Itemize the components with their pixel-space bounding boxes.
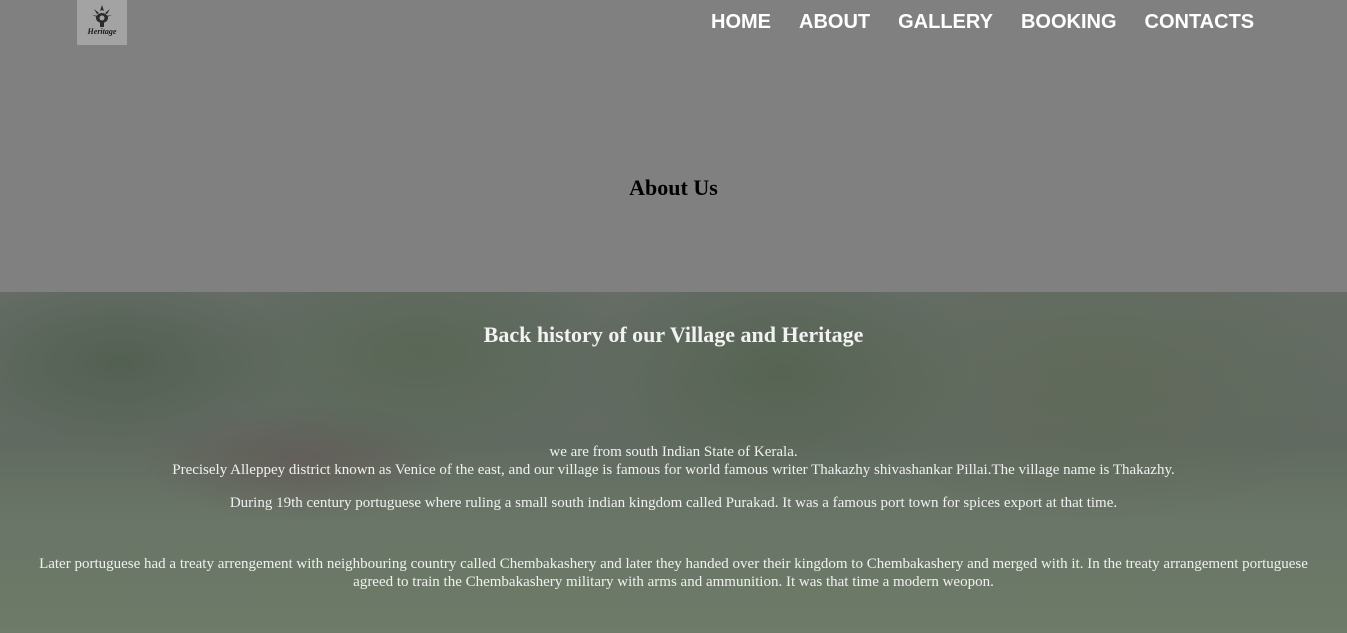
crest-icon (92, 5, 112, 27)
main-nav: HOME ABOUT GALLERY BOOKING CONTACTS (711, 10, 1254, 34)
nav-booking[interactable]: BOOKING (1021, 10, 1117, 34)
hero-heading: Back history of our Village and Heritage (483, 322, 864, 347)
history-paragraph: During 19th century portuguese where rul… (229, 495, 1118, 511)
header: Heritage HOME ABOUT GALLERY BOOKING CONT… (0, 0, 1347, 292)
nav-about[interactable]: ABOUT (799, 10, 870, 34)
hero-section: Back history of our Village and Heritage… (0, 292, 1347, 633)
page-title: About Us (629, 175, 718, 200)
intro-line-1: we are from south Indian State of Kerala… (549, 444, 798, 460)
nav-gallery[interactable]: GALLERY (898, 10, 993, 34)
nav-contacts[interactable]: CONTACTS (1145, 10, 1255, 34)
nav-home[interactable]: HOME (711, 10, 771, 34)
treaty-paragraph: Later portuguese had a treaty arrengemen… (39, 556, 1308, 590)
site-logo[interactable]: Heritage (77, 0, 127, 45)
intro-line-2: Precisely Alleppey district known as Ven… (172, 462, 1175, 478)
intro-paragraph: we are from south Indian State of Kerala… (0, 443, 1347, 479)
logo-text: Heritage (87, 27, 117, 36)
